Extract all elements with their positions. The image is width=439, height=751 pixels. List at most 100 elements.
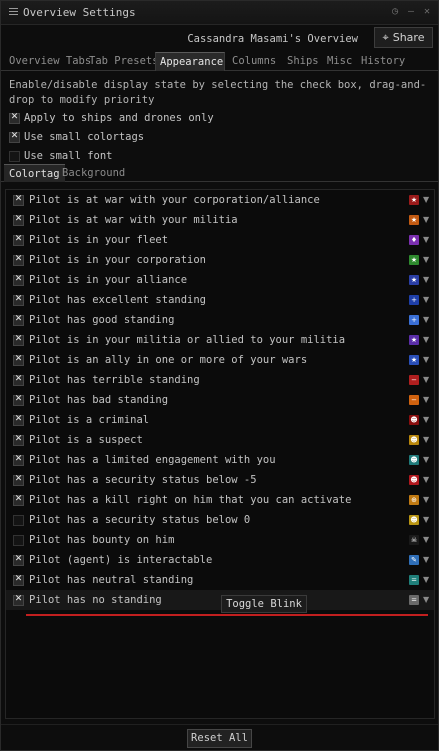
colortag-icon[interactable]: ★ [409,255,419,265]
colortag-row[interactable]: Pilot has a security status below 0 ☻ ▼ [6,510,434,530]
chevron-down-icon[interactable]: ▼ [423,435,429,444]
tab-overview-tabs[interactable]: Overview Tabs [5,52,95,71]
colortag-row[interactable]: Pilot has bounty on him ☠ ▼ [6,530,434,550]
minimize-icon[interactable]: – [408,6,414,17]
apply-ships-drones-checkbox[interactable] [9,112,20,124]
colortag-checkbox[interactable] [13,334,24,346]
colortag-icon[interactable]: ☻ [409,415,419,425]
colortag-icon[interactable]: ♦ [409,235,419,245]
chevron-down-icon[interactable]: ▼ [423,275,429,284]
colortag-row[interactable]: Pilot has a limited engagement with you ☻… [6,450,434,470]
small-colortags-option[interactable]: Use small colortags [9,130,144,144]
chevron-down-icon[interactable]: ▼ [423,235,429,244]
colortag-checkbox[interactable] [13,474,24,486]
colortag-row[interactable]: Pilot is a criminal ☻ ▼ [6,410,434,430]
chevron-down-icon[interactable]: ▼ [423,395,429,404]
small-font-option[interactable]: Use small font [9,149,113,163]
colortag-row[interactable]: Pilot has a kill right on him that you c… [6,490,434,510]
colortag-icon[interactable]: + [409,315,419,325]
colortag-checkbox[interactable] [13,494,24,506]
chevron-down-icon[interactable]: ▼ [423,355,429,364]
colortag-icon[interactable]: = [409,595,419,605]
share-button[interactable]: ⌖ Share [374,27,433,48]
colortag-checkbox[interactable] [13,514,24,526]
colortag-checkbox[interactable] [13,314,24,326]
colortag-checkbox[interactable] [13,374,24,386]
colortag-checkbox[interactable] [13,254,24,266]
chevron-down-icon[interactable]: ▼ [423,215,429,224]
colortag-icon[interactable]: ★ [409,195,419,205]
tab-ships[interactable]: Ships [283,52,323,71]
colortag-row[interactable]: Pilot is at war with your corporation/al… [6,190,434,210]
colortag-icon[interactable]: ★ [409,275,419,285]
colortag-checkbox[interactable] [13,214,24,226]
tab-background[interactable]: Background [57,164,130,182]
pin-icon[interactable]: ◷ [392,6,398,17]
colortag-checkbox[interactable] [13,454,24,466]
colortag-icon[interactable]: − [409,395,419,405]
chevron-down-icon[interactable]: ▼ [423,195,429,204]
close-icon[interactable]: ✕ [424,6,430,17]
colortag-list[interactable]: Pilot is at war with your corporation/al… [5,189,435,719]
colortag-checkbox[interactable] [13,534,24,546]
colortag-row[interactable]: Pilot has a security status below -5 ☻ ▼ [6,470,434,490]
colortag-row[interactable]: Pilot has terrible standing −▼ [6,370,434,390]
tab-tab-presets[interactable]: Tab Presets [85,52,163,71]
colortag-row[interactable]: Pilot is in your militia or allied to yo… [6,330,434,350]
chevron-down-icon[interactable]: ▼ [423,375,429,384]
tab-misc[interactable]: Misc [323,52,356,71]
colortag-row[interactable]: Pilot has neutral standing = ▼ [6,570,434,590]
colortag-icon[interactable]: ★ [409,355,419,365]
colortag-icon[interactable]: = [409,575,419,585]
colortag-checkbox[interactable] [13,394,24,406]
reset-all-button[interactable]: Reset All [187,729,252,748]
small-colortags-checkbox[interactable] [9,131,20,143]
colortag-row[interactable]: Pilot is in your fleet ♦ ▼ [6,230,434,250]
colortag-icon[interactable]: + [409,295,419,305]
chevron-down-icon[interactable]: ▼ [423,475,429,484]
colortag-icon[interactable]: ☻ [409,515,419,525]
colortag-row[interactable]: Pilot is a suspect ☻ ▼ [6,430,434,450]
colortag-checkbox[interactable] [13,234,24,246]
colortag-row[interactable]: Pilot is an ally in one or more of your … [6,350,434,370]
small-font-checkbox[interactable] [9,150,20,162]
tab-history[interactable]: History [357,52,409,71]
colortag-checkbox[interactable] [13,354,24,366]
chevron-down-icon[interactable]: ▼ [423,495,429,504]
colortag-icon[interactable]: ☻ [409,475,419,485]
colortag-checkbox[interactable] [13,274,24,286]
colortag-checkbox[interactable] [13,594,24,606]
colortag-row[interactable]: Pilot is in your alliance ★ ▼ [6,270,434,290]
tab-colortag[interactable]: Colortag [4,164,65,182]
colortag-row[interactable]: Pilot is in your corporation ★ ▼ [6,250,434,270]
chevron-down-icon[interactable]: ▼ [423,335,429,344]
chevron-down-icon[interactable]: ▼ [423,455,429,464]
chevron-down-icon[interactable]: ▼ [423,315,429,324]
colortag-row[interactable]: Pilot has no standing = ▼ [6,590,434,610]
colortag-row[interactable]: Pilot has good standing + ▼ [6,310,434,330]
menu-icon[interactable] [9,8,18,17]
colortag-icon[interactable]: ★ [409,215,419,225]
colortag-icon[interactable]: ☻ [409,455,419,465]
colortag-icon[interactable]: ⊕ [409,495,419,505]
colortag-checkbox[interactable] [13,194,24,206]
chevron-down-icon[interactable]: ▼ [423,575,429,584]
tab-columns[interactable]: Columns [228,52,280,71]
chevron-down-icon[interactable]: ▼ [423,255,429,264]
apply-ships-drones-option[interactable]: Apply to ships and drones only [9,111,214,125]
colortag-icon[interactable]: ★ [409,335,419,345]
colortag-checkbox[interactable] [13,414,24,426]
colortag-icon[interactable]: − [409,375,419,385]
chevron-down-icon[interactable]: ▼ [423,555,429,564]
tab-appearance[interactable]: Appearance [155,52,225,71]
colortag-checkbox[interactable] [13,294,24,306]
colortag-row[interactable]: Pilot has excellent standing + ▼ [6,290,434,310]
colortag-icon[interactable]: ☻ [409,435,419,445]
chevron-down-icon[interactable]: ▼ [423,415,429,424]
colortag-row[interactable]: Pilot is at war with your militia ★ ▼ [6,210,434,230]
colortag-row[interactable]: Pilot (agent) is interactable ✎ ▼ [6,550,434,570]
colortag-row[interactable]: Pilot has bad standing −▼ [6,390,434,410]
chevron-down-icon[interactable]: ▼ [423,535,429,544]
colortag-checkbox[interactable] [13,434,24,446]
chevron-down-icon[interactable]: ▼ [423,515,429,524]
